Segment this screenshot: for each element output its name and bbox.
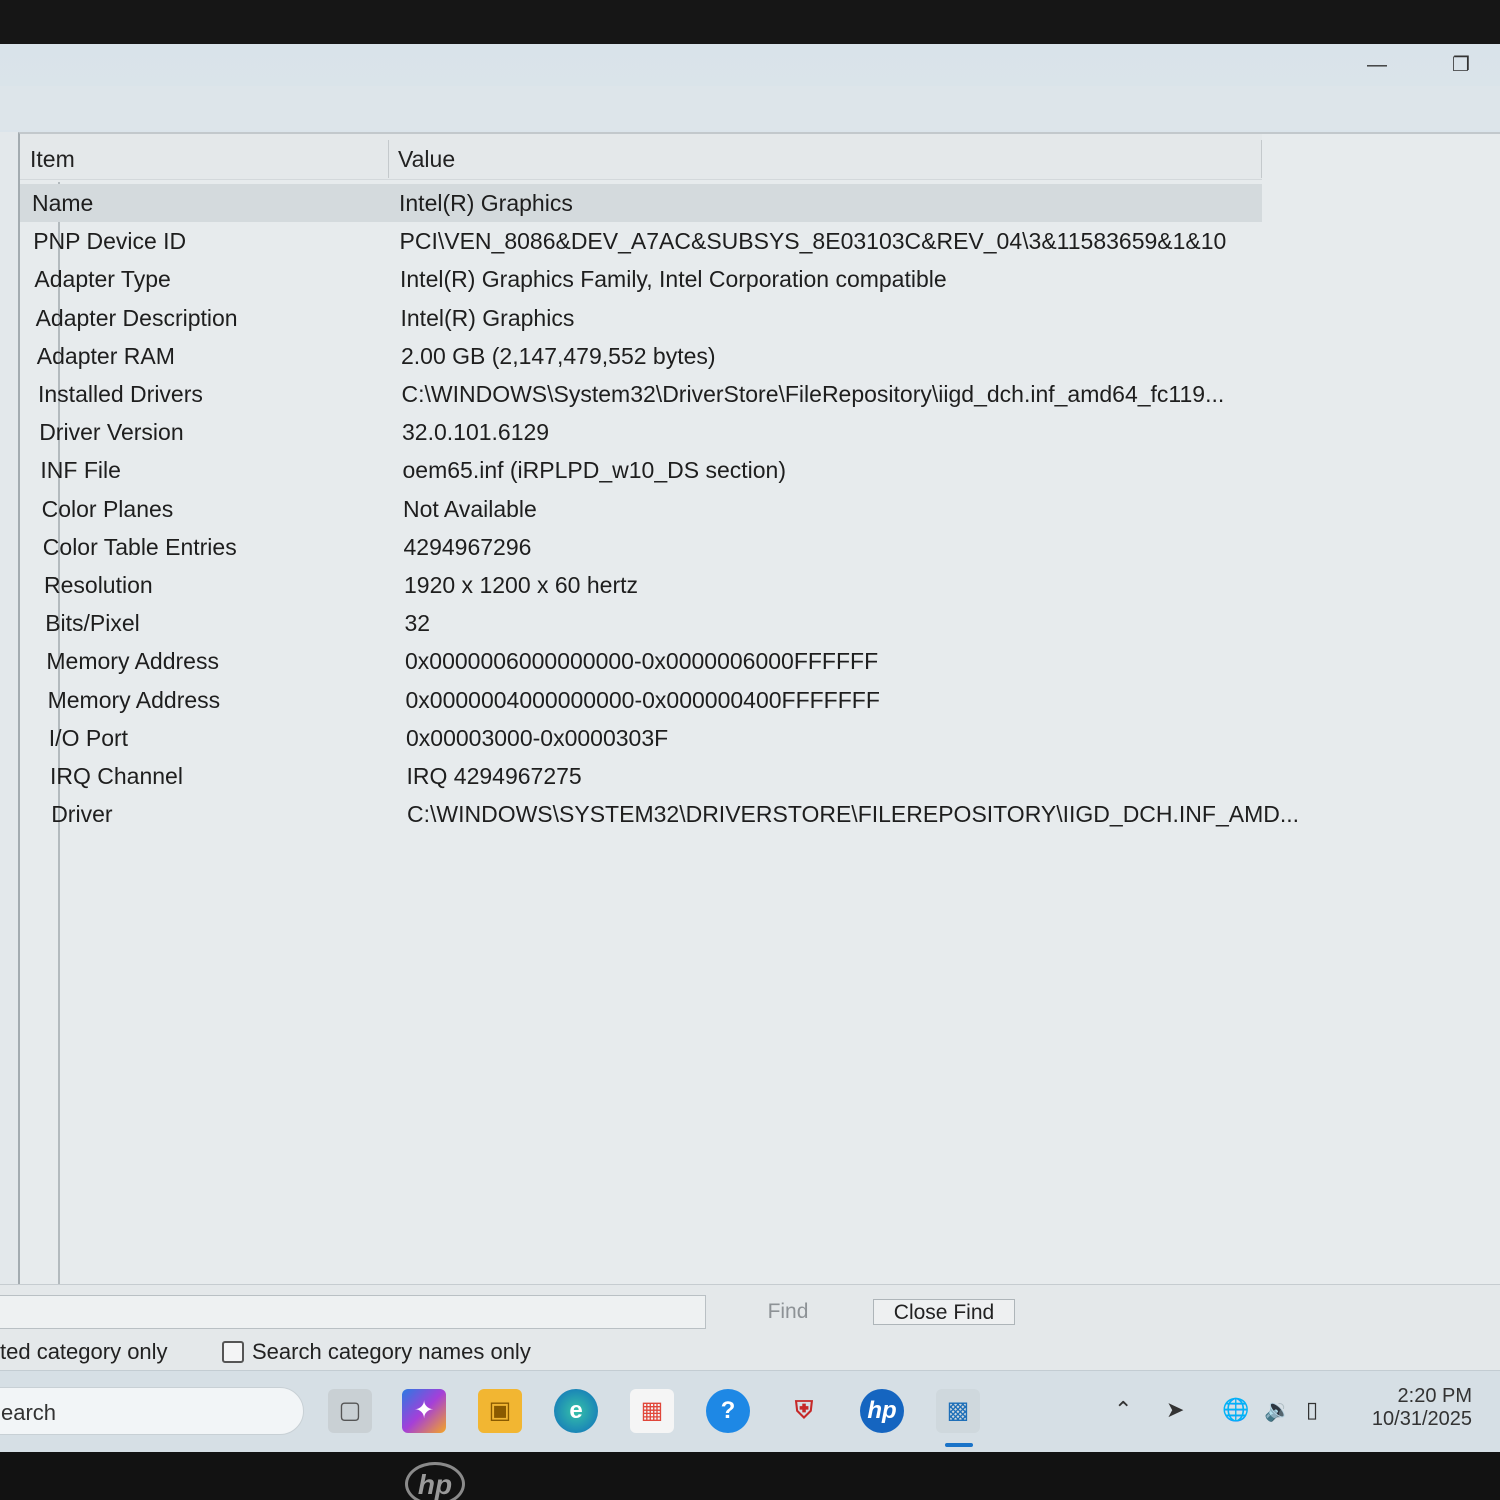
microsoft-store-icon[interactable]: ▦ (630, 1389, 674, 1433)
find-what-input[interactable] (0, 1295, 706, 1329)
column-separator[interactable] (388, 140, 389, 178)
clock-time: 2:20 PM (1397, 1385, 1472, 1407)
row-item-value: 32 (404, 610, 431, 637)
mcafee-icon[interactable]: ⛨ (782, 1389, 826, 1433)
help-icon[interactable]: ? (706, 1389, 750, 1433)
hp-app-icon[interactable]: hp (860, 1389, 904, 1433)
row-item-value: 0x0000006000000000-0x0000006000FFFFFF (405, 648, 879, 675)
task-view-icon[interactable]: ▢ (328, 1389, 372, 1433)
row-item-name: IRQ Channel (50, 763, 183, 789)
table-row[interactable]: Driver C:\WINDOWS\SYSTEM32\DRIVERSTORE\FI… (20, 795, 1299, 833)
row-item-value: C:\WINDOWS\SYSTEM32\DRIVERSTORE\FILEREPO… (407, 801, 1300, 828)
row-item-value: 1920 x 1200 x 60 hertz (404, 572, 638, 598)
list-header: Item Value (20, 134, 1262, 180)
edge-browser-icon[interactable]: e (554, 1389, 598, 1433)
row-item-name: Driver (51, 801, 113, 828)
laptop-logo: hp (405, 1462, 465, 1500)
toolbar-strip (0, 86, 1500, 130)
show-hidden-icons-chevron-up-icon[interactable]: ⌃ (1114, 1397, 1132, 1423)
table-row[interactable]: INF File oem65.inf (iRPLPD_w10_DS section… (20, 451, 1262, 489)
row-item-value: 0x00003000-0x0000303F (406, 724, 669, 751)
table-row[interactable]: I/O Port 0x00003000-0x0000303F (20, 719, 1262, 757)
taskbar-search[interactable]: earch (0, 1387, 304, 1435)
row-item-value: Intel(R) Graphics (399, 190, 573, 216)
row-item-value: Intel(R) Graphics (400, 304, 575, 331)
table-row[interactable]: Bits/Pixel 32 (20, 604, 1262, 642)
close-find-button[interactable]: Close Find (873, 1299, 1015, 1325)
table-row[interactable]: Color Table Entries 4294967296 (20, 528, 1262, 566)
row-item-value: 32.0.101.6129 (402, 419, 550, 446)
search-category-names-label[interactable]: Search category names only (252, 1339, 531, 1365)
table-row[interactable]: Adapter RAM 2.00 GB (2,147,479,552 bytes) (20, 337, 1262, 375)
table-row[interactable]: PNP Device ID PCI\VEN_8086&DEV_A7AC&SUBSY… (20, 222, 1262, 260)
restore-icon[interactable]: ❐ (1446, 50, 1476, 80)
find-button[interactable]: Find (720, 1299, 856, 1325)
table-row[interactable]: Resolution 1920 x 1200 x 60 hertz (20, 566, 1262, 604)
row-item-value: 2.00 GB (2,147,479,552 bytes) (401, 342, 716, 369)
screen-bezel-top (0, 0, 1500, 44)
details-list[interactable]: Item Value Name Intel(R) Graphics PNP Devi… (18, 132, 1500, 1286)
row-item-value: PCI\VEN_8086&DEV_A7AC&SUBSYS_8E03103C&RE… (399, 228, 1227, 255)
row-item-name: Memory Address (47, 686, 221, 713)
row-item-value: C:\WINDOWS\System32\DriverStore\FileRepo… (401, 381, 1225, 407)
row-item-value: 0x0000004000000000-0x000000400FFFFFFF (405, 686, 880, 713)
row-item-name: Color Table Entries (42, 533, 237, 560)
row-item-name: Adapter RAM (36, 342, 175, 369)
row-item-name: Adapter Description (35, 304, 238, 331)
location-icon[interactable]: ➤ (1166, 1397, 1184, 1423)
minimize-icon[interactable]: — (1362, 50, 1392, 80)
table-row[interactable]: Memory Address 0x0000004000000000-0x00000… (20, 681, 1262, 719)
screen-bezel-bottom (0, 1452, 1500, 1500)
row-item-name: Adapter Type (34, 266, 171, 293)
table-row[interactable]: Name Intel(R) Graphics (20, 184, 1262, 222)
screen: — ❐ Item Value Name Intel(R) Graphics PNP … (0, 44, 1500, 1452)
table-row[interactable]: Adapter Description Intel(R) Graphics (20, 299, 1262, 337)
row-item-name: Memory Address (46, 648, 219, 675)
battery-icon[interactable]: ▯ (1306, 1397, 1318, 1423)
row-item-name: I/O Port (48, 724, 129, 751)
table-row[interactable]: IRQ Channel IRQ 4294967275 (20, 757, 1262, 795)
table-row[interactable]: Color Planes Not Available (20, 490, 1262, 528)
table-row[interactable]: Memory Address 0x0000006000000000-0x00000… (20, 642, 1262, 680)
row-item-name: Bits/Pixel (45, 610, 140, 637)
row-item-name: INF File (40, 457, 121, 484)
search-category-names-checkbox[interactable] (222, 1341, 244, 1363)
row-item-value: Intel(R) Graphics Family, Intel Corporat… (400, 266, 947, 293)
taskbar: earch ▢ ✦ ▣ e ▦ ? ⛨ hp ▩ ⌃ ➤ 🌐 🔉 ▯ 2:20 … (0, 1370, 1500, 1452)
column-separator[interactable] (1261, 140, 1262, 178)
row-item-name: Name (32, 190, 94, 216)
clock-date: 10/31/2025 (1371, 1408, 1472, 1430)
row-item-name: Color Planes (41, 495, 174, 522)
system-information-icon[interactable]: ▩ (936, 1389, 980, 1433)
taskbar-clock[interactable]: 2:20 PM 10/31/2025 (1352, 1385, 1472, 1431)
window-titlebar: — ❐ (0, 44, 1500, 86)
table-row[interactable]: Installed Drivers C:\WINDOWS\System32\Dri… (20, 375, 1262, 413)
table-row[interactable]: Adapter Type Intel(R) Graphics Family, In… (20, 260, 1262, 298)
active-app-indicator (945, 1443, 973, 1447)
row-item-value: 4294967296 (403, 533, 532, 560)
column-header-value[interactable]: Value (398, 146, 455, 173)
volume-icon[interactable]: 🔉 (1264, 1397, 1291, 1423)
row-item-name: PNP Device ID (33, 228, 187, 255)
file-explorer-icon[interactable]: ▣ (478, 1389, 522, 1433)
row-item-name: Resolution (44, 572, 153, 598)
column-header-item[interactable]: Item (30, 146, 75, 173)
network-globe-icon[interactable]: 🌐 (1222, 1397, 1249, 1423)
row-item-value: IRQ 4294967275 (406, 763, 582, 789)
table-row[interactable]: Driver Version 32.0.101.6129 (20, 413, 1262, 451)
search-selected-category-label[interactable]: ted category only (0, 1339, 168, 1365)
row-item-value: Not Available (403, 495, 537, 522)
row-item-name: Installed Drivers (38, 381, 203, 407)
row-item-value: oem65.inf (iRPLPD_w10_DS section) (402, 457, 787, 484)
row-item-name: Driver Version (39, 419, 184, 446)
copilot-icon[interactable]: ✦ (402, 1389, 446, 1433)
taskbar-search-placeholder: earch (1, 1400, 57, 1425)
